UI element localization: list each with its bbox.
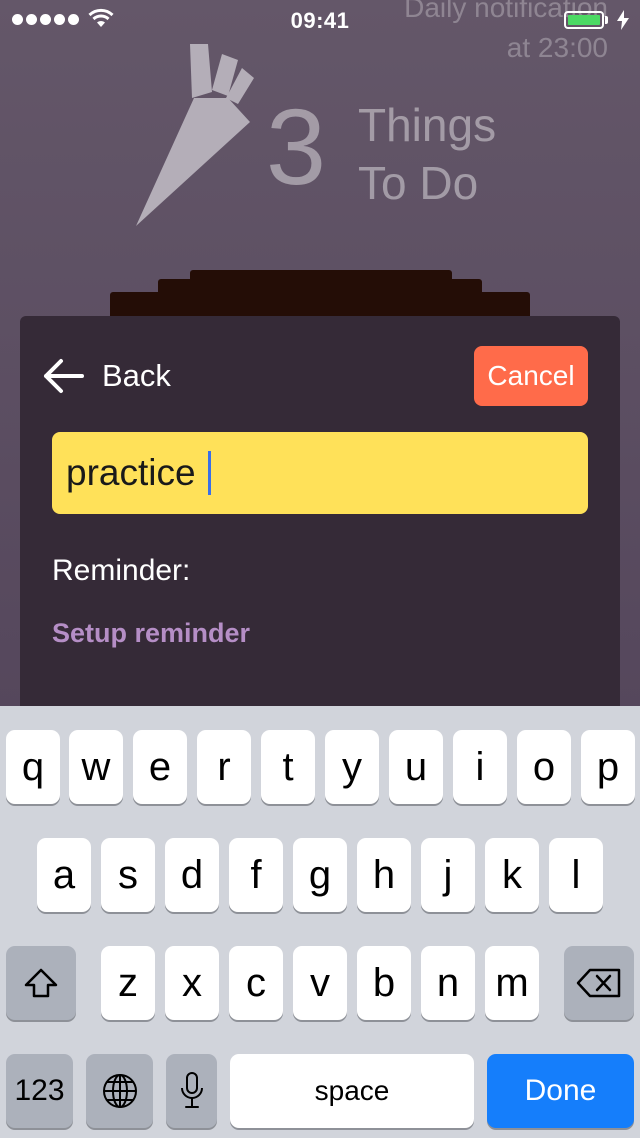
status-bar: Daily notification at 23:00 09:41 [0,0,640,63]
battery-icon [564,11,604,29]
key-w[interactable]: w [69,730,123,804]
done-key[interactable]: Done [487,1054,634,1128]
shift-icon [24,968,58,998]
key-u[interactable]: u [389,730,443,804]
globe-key[interactable] [86,1054,153,1128]
key-e[interactable]: e [133,730,187,804]
key-t[interactable]: t [261,730,315,804]
keyboard: q w e r t y u i o p a s d f g h j k l z … [0,706,640,1138]
task-name-value: practice [66,452,196,493]
key-h[interactable]: h [357,838,411,912]
task-name-input[interactable]: practice [52,432,588,514]
key-g[interactable]: g [293,838,347,912]
microphone-icon [180,1072,203,1108]
key-c[interactable]: c [229,946,283,1020]
shift-key[interactable] [6,946,76,1020]
delete-key[interactable] [564,946,634,1020]
setup-reminder-link[interactable]: Setup reminder [52,618,250,649]
key-k[interactable]: k [485,838,539,912]
status-time: 09:41 [290,8,350,33]
carrot-icon [136,44,254,226]
key-y[interactable]: y [325,730,379,804]
key-z[interactable]: z [101,946,155,1020]
key-f[interactable]: f [229,838,283,912]
key-o[interactable]: o [517,730,571,804]
cancel-button[interactable]: Cancel [474,346,588,406]
bolt-icon [617,10,629,30]
space-key[interactable]: space [230,1054,474,1128]
key-i[interactable]: i [453,730,507,804]
key-a[interactable]: a [37,838,91,912]
key-j[interactable]: j [421,838,475,912]
key-l[interactable]: l [549,838,603,912]
key-m[interactable]: m [485,946,539,1020]
backspace-icon [576,968,621,998]
key-s[interactable]: s [101,838,155,912]
back-button[interactable]: Back [42,358,171,394]
battery-nub [605,16,608,24]
key-d[interactable]: d [165,838,219,912]
text-cursor [207,451,211,495]
globe-icon [102,1074,137,1108]
reminder-label: Reminder: [52,554,191,587]
edit-task-card: Back Cancel practice Reminder: Setup rem… [20,316,620,716]
arrow-left-icon [44,359,84,393]
numbers-key[interactable]: 123 [6,1054,73,1128]
key-q[interactable]: q [6,730,60,804]
key-b[interactable]: b [357,946,411,1020]
microphone-key[interactable] [166,1054,217,1128]
logo-number: 3 [266,86,327,207]
key-v[interactable]: v [293,946,347,1020]
logo-title: Things To Do [358,99,497,209]
key-n[interactable]: n [421,946,475,1020]
key-p[interactable]: p [581,730,635,804]
back-label: Back [102,358,171,393]
key-r[interactable]: r [197,730,251,804]
key-x[interactable]: x [165,946,219,1020]
